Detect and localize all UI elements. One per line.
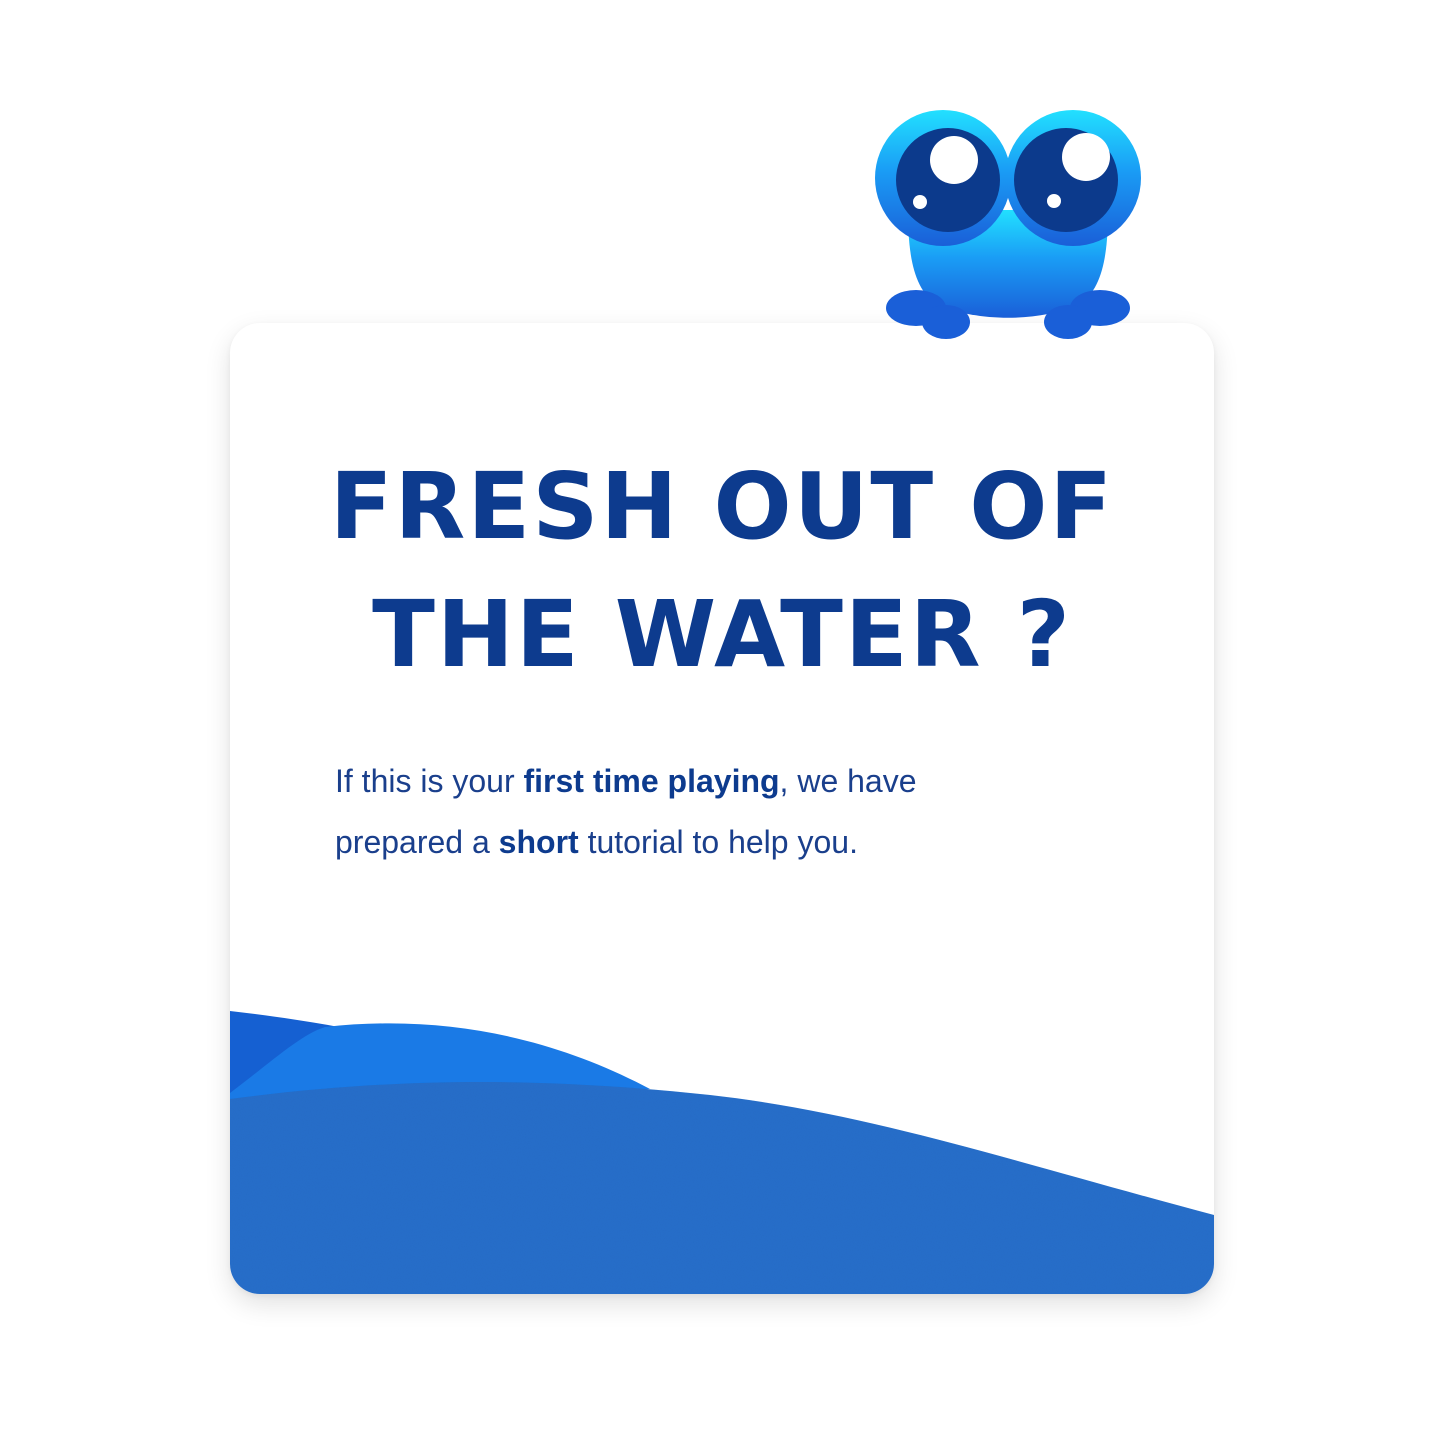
description-line-1: If this is your first time playing, we h… [335,763,917,799]
tutorial-description: If this is your first time playing, we h… [335,751,1035,873]
title-line-2: THE WATER ? [372,581,1072,688]
page-title: FRESH OUT OF THE WATER ? [230,443,1214,699]
tutorial-card: FRESH OUT OF THE WATER ? If this is your… [230,323,1214,1294]
frog-mascot-icon [875,110,1141,339]
short-emphasis: short [498,824,579,860]
title-line-1: FRESH OUT OF [329,453,1115,560]
first-time-emphasis: first time playing [523,763,780,799]
tutorial-screen: FRESH OUT OF THE WATER ? If this is your… [0,0,1444,1444]
description-line-2: prepared a short tutorial to help you. [335,824,858,860]
wave-front [230,1082,1214,1294]
water-waves [230,1011,1214,1294]
